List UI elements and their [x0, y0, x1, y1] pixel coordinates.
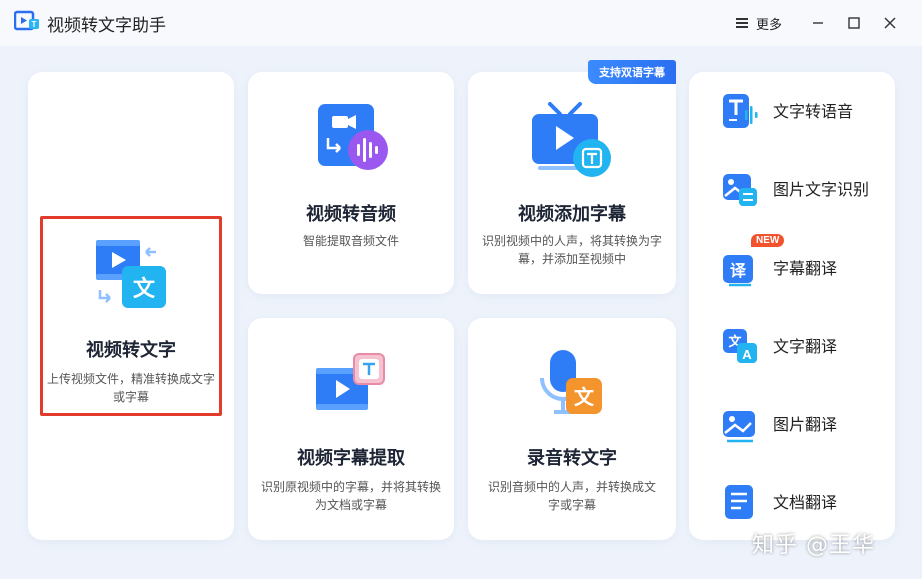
- svg-text:文: 文: [574, 385, 595, 409]
- sidebar-item-label: 文字转语音: [773, 102, 854, 121]
- card-description: 识别音频中的人声，并转换成文字或字幕: [487, 480, 656, 512]
- card-title: 视频添加字幕: [518, 204, 626, 225]
- card-description: 智能提取音频文件: [302, 234, 399, 248]
- sidebar-item-label: 文字翻译: [773, 337, 838, 356]
- card-title: 录音转文字: [527, 448, 617, 469]
- microphone-text-icon: 文: [540, 350, 602, 414]
- tv-subtitle-icon: [532, 102, 611, 177]
- sidebar-item-text-to-speech[interactable]: 文字转语音: [689, 85, 895, 135]
- minimize-icon: [813, 22, 823, 24]
- sidebar-item-image-ocr[interactable]: 图片文字识别: [689, 163, 895, 213]
- tools-sidebar: 文字转语音 图片文字识别 译 NEW 字幕翻译 文 A 文字翻译 图片翻译 文档…: [689, 72, 895, 540]
- sidebar-item-label: 文档翻译: [773, 493, 838, 512]
- card-audio-to-text[interactable]: 文 录音转文字 识别音频中的人声，并转换成文字或字幕: [468, 318, 676, 540]
- app-logo-icon: T: [14, 10, 39, 31]
- sidebar-item-subtitle-translate[interactable]: 译 NEW 字幕翻译: [689, 234, 895, 292]
- subtitle-translate-icon: 译: [723, 255, 753, 287]
- video-to-audio-icon: [318, 104, 388, 170]
- text-translate-icon: 文 A: [723, 329, 757, 363]
- maximize-icon: [848, 17, 860, 29]
- card-description: 识别视频中的人声，将其转换为字幕，并添加至视频中: [481, 234, 662, 266]
- sidebar-item-document-translate[interactable]: 文档翻译: [689, 476, 895, 526]
- title-bar: T 视频转文字助手 更多: [0, 0, 922, 46]
- highlight-box: [40, 216, 222, 416]
- card-video-to-audio[interactable]: 视频转音频 智能提取音频文件: [248, 72, 454, 294]
- svg-text:译: 译: [730, 261, 747, 280]
- subtitle-extract-icon: [316, 353, 385, 410]
- document-translate-icon: [725, 485, 753, 519]
- sidebar-item-text-translate[interactable]: 文 A 文字翻译: [689, 320, 895, 370]
- app-title: 视频转文字助手: [47, 16, 166, 36]
- card-add-subtitles[interactable]: 视频添加字幕 识别视频中的人声，将其转换为字幕，并添加至视频中: [468, 72, 676, 294]
- image-translate-icon: [723, 411, 755, 443]
- card-title: 视频字幕提取: [297, 448, 405, 469]
- watermark: 知乎 @王华: [752, 533, 875, 558]
- sidebar-item-label: 图片文字识别: [773, 180, 870, 199]
- sidebar-item-label: 图片翻译: [773, 415, 838, 434]
- svg-text:A: A: [742, 347, 752, 362]
- text-to-speech-icon: [723, 94, 758, 128]
- more-menu-button[interactable]: 更多: [735, 14, 782, 33]
- card-description: 识别原视频中的字幕，并将其转换为文档或字幕: [260, 480, 441, 512]
- close-icon: [884, 17, 896, 29]
- card-title: 视频转音频: [306, 204, 396, 225]
- minimize-button[interactable]: [800, 12, 836, 34]
- image-ocr-icon: [723, 174, 757, 206]
- window-controls: 更多: [735, 12, 908, 34]
- close-button[interactable]: [872, 12, 908, 34]
- sidebar-item-label: 字幕翻译: [773, 259, 838, 278]
- svg-text:T: T: [32, 20, 37, 29]
- more-label: 更多: [755, 17, 782, 33]
- bilingual-subtitle-badge: 支持双语字幕: [588, 60, 676, 84]
- sidebar-item-image-translate[interactable]: 图片翻译: [689, 398, 895, 448]
- hamburger-menu-icon: [735, 17, 750, 29]
- new-tag: NEW: [751, 234, 785, 247]
- maximize-button[interactable]: [836, 12, 872, 34]
- card-subtitle-extract[interactable]: 视频字幕提取 识别原视频中的字幕，并将其转换为文档或字幕: [248, 318, 454, 540]
